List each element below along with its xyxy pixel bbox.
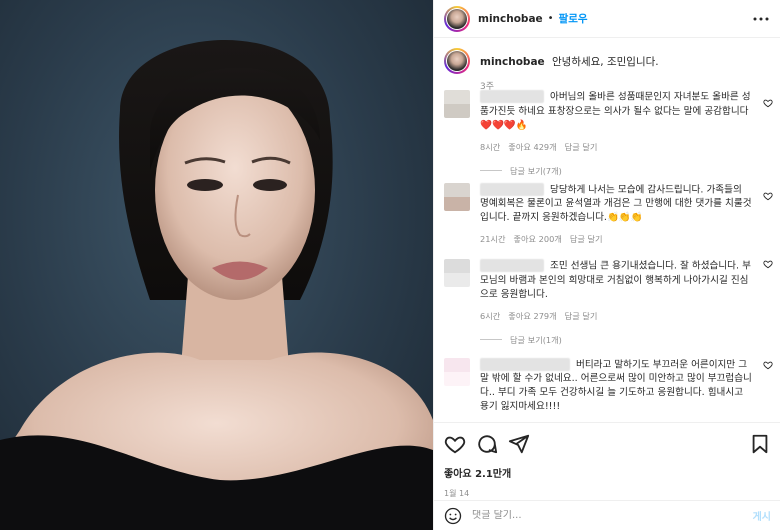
blurred-username[interactable] [480, 182, 544, 196]
post-comment-button[interactable]: 게시 [753, 508, 771, 523]
reply-button[interactable]: 답글 달기 [565, 310, 598, 322]
follow-button[interactable]: 팔로우 [559, 11, 588, 26]
view-replies-label: 답글 보기(1개) [510, 334, 562, 345]
comment-icon[interactable] [476, 433, 498, 455]
post-image[interactable] [0, 0, 433, 530]
comment-item: 조민 선생님 큰 용기내셨습니다. 잘 하셨습니다. 부모님의 바램과 본인의 … [434, 245, 780, 346]
comment-item: 아버님의 올바른 성품때문인지 자녀분도 올바른 성품가진듯 하네요 표창장으로… [434, 84, 780, 177]
separator-dot: • [547, 13, 554, 24]
comment-likes[interactable]: 좋아요 429개 [508, 141, 556, 153]
more-options-icon[interactable] [752, 16, 770, 22]
post-sidebar: minchobae • 팔로우 minchobae 안녕하세요, 조민입니다. … [433, 0, 780, 530]
caption-text: 안녕하세요, 조민입니다. [552, 56, 659, 68]
comment-time: 21시간 [480, 234, 506, 244]
avatar[interactable] [444, 5, 470, 32]
blurred-username[interactable] [480, 90, 544, 103]
view-replies-label: 답글 보기(7개) [510, 165, 562, 176]
view-replies-button[interactable]: 답글 보기(7개) [480, 165, 752, 177]
comment-avatar[interactable] [444, 182, 470, 211]
post-likes[interactable]: 좋아요 2.1만개 [444, 465, 771, 480]
comment-item: 당당하게 나서는 모습에 감사드립니다. 가족들의 명예회복은 물론이고 윤석열… [434, 177, 780, 246]
share-icon[interactable] [508, 433, 530, 455]
blurred-username[interactable] [480, 357, 570, 371]
like-comment-icon[interactable] [763, 259, 773, 269]
comment-time: 8시간 [480, 141, 501, 152]
reply-button[interactable]: 답글 달기 [565, 141, 598, 153]
post-actions: 좋아요 2.1만개 1월 14 [434, 422, 780, 499]
heart-icon[interactable] [444, 433, 466, 455]
comment-composer: 게시 [434, 500, 780, 530]
reply-button[interactable]: 답글 달기 [570, 233, 603, 245]
comment-avatar[interactable] [444, 90, 470, 118]
caption-avatar[interactable] [444, 48, 470, 74]
caption-username[interactable]: minchobae [480, 56, 545, 68]
comment-avatar[interactable] [444, 357, 470, 386]
comment-input[interactable] [472, 510, 753, 521]
portrait-illustration [0, 40, 433, 530]
comment-likes[interactable]: 좋아요 200개 [513, 233, 561, 245]
post-date: 1월 14 [444, 489, 470, 498]
username-link[interactable]: minchobae [478, 13, 543, 25]
comment-item: 버티라고 말하기도 부끄러운 어른이지만 그 말 밖에 할 수가 없네요.. 어… [434, 346, 780, 415]
blurred-username[interactable] [480, 259, 544, 272]
bookmark-icon[interactable] [749, 433, 771, 455]
like-comment-icon[interactable] [763, 98, 773, 108]
comment-avatar[interactable] [444, 259, 470, 287]
comment-time: 6시간 [480, 310, 501, 321]
emoji-icon[interactable] [444, 507, 462, 525]
view-replies-button[interactable]: 답글 보기(1개) [480, 334, 752, 346]
comment-likes[interactable]: 좋아요 279개 [508, 310, 556, 322]
comments-list[interactable]: 아버님의 올바른 성품때문인지 자녀분도 올바른 성품가진듯 하네요 표창장으로… [434, 84, 780, 418]
like-comment-icon[interactable] [763, 360, 773, 370]
like-comment-icon[interactable] [763, 191, 773, 201]
post-header: minchobae • 팔로우 [434, 0, 780, 38]
